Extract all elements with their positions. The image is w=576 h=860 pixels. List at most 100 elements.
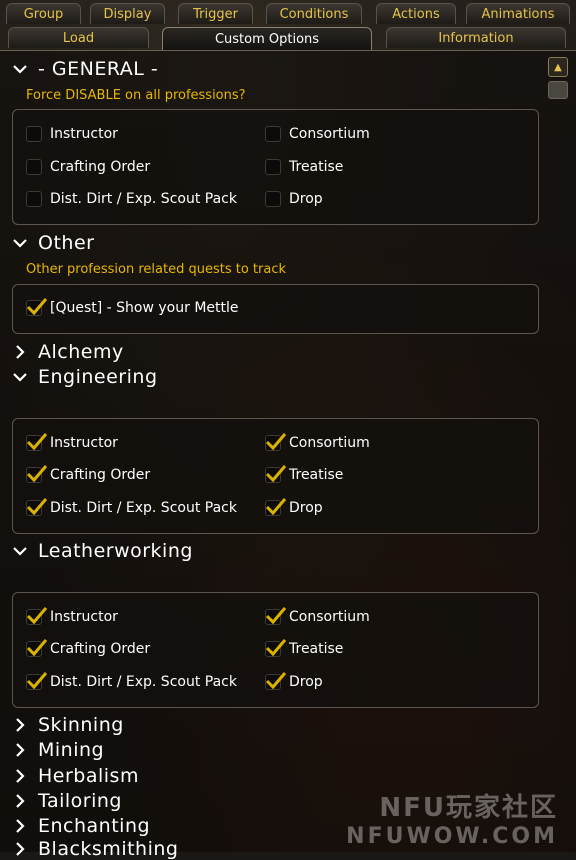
tab-actions[interactable]: Actions bbox=[376, 3, 456, 24]
chevron-down-icon bbox=[13, 373, 27, 382]
option-label: [Quest] - Show your Mettle bbox=[50, 300, 239, 316]
checkmark-icon bbox=[265, 433, 287, 451]
leatherworking-instructor-checkbox[interactable] bbox=[26, 607, 48, 625]
engineering-consortium-checkbox[interactable] bbox=[265, 433, 287, 451]
chevron-down-icon bbox=[13, 239, 27, 248]
section-enchanting-title: Enchanting bbox=[38, 815, 151, 837]
option-label: Drop bbox=[289, 500, 323, 516]
section-other-header[interactable]: Other bbox=[12, 232, 94, 254]
checkmark-icon bbox=[265, 672, 287, 690]
chevron-right-icon bbox=[16, 345, 25, 359]
section-alchemy-header[interactable]: Alchemy bbox=[12, 341, 124, 363]
section-tailoring-title: Tailoring bbox=[38, 790, 122, 812]
leatherworking-consortium-option[interactable]: Consortium bbox=[265, 607, 370, 625]
engineering-consortium-option[interactable]: Consortium bbox=[265, 433, 370, 451]
section-tailoring-header[interactable]: Tailoring bbox=[12, 790, 122, 812]
option-label: Dist. Dirt / Exp. Scout Pack bbox=[50, 191, 237, 207]
general-instructor-checkbox[interactable] bbox=[26, 126, 42, 142]
general-instructor-option[interactable]: Instructor bbox=[26, 126, 118, 142]
engineering-drop-option[interactable]: Drop bbox=[265, 498, 323, 516]
section-general-subtitle: Force DISABLE on all professions? bbox=[26, 88, 246, 103]
checkmark-icon bbox=[26, 298, 48, 316]
leatherworking-treatise-checkbox[interactable] bbox=[265, 639, 287, 657]
option-label: Treatise bbox=[289, 159, 344, 175]
general-dist-dirt-option[interactable]: Dist. Dirt / Exp. Scout Pack bbox=[26, 191, 237, 207]
section-alchemy-title: Alchemy bbox=[38, 341, 124, 363]
tab-custom-options[interactable]: Custom Options bbox=[162, 27, 372, 50]
section-blacksmithing-header[interactable]: Blacksmithing bbox=[12, 838, 178, 860]
checkmark-icon bbox=[26, 433, 48, 451]
option-label: Treatise bbox=[289, 467, 344, 483]
general-drop-option[interactable]: Drop bbox=[265, 191, 323, 207]
tab-display[interactable]: Display bbox=[90, 3, 165, 24]
general-consortium-checkbox[interactable] bbox=[265, 126, 281, 142]
general-crafting-order-checkbox[interactable] bbox=[26, 159, 42, 175]
option-label: Drop bbox=[289, 674, 323, 690]
checkmark-icon bbox=[26, 498, 48, 516]
section-engineering-title: Engineering bbox=[38, 366, 158, 388]
leatherworking-drop-option[interactable]: Drop bbox=[265, 672, 323, 690]
checkmark-icon bbox=[26, 465, 48, 483]
leatherworking-treatise-option[interactable]: Treatise bbox=[265, 639, 343, 657]
site-watermark: NFU玩家社区 NFUWOW.COM bbox=[346, 787, 558, 849]
section-skinning-header[interactable]: Skinning bbox=[12, 714, 124, 736]
section-leatherworking-header[interactable]: Leatherworking bbox=[12, 540, 193, 562]
tab-information[interactable]: Information bbox=[386, 27, 566, 48]
section-mining-header[interactable]: Mining bbox=[12, 739, 104, 761]
section-general-title: - GENERAL - bbox=[38, 58, 159, 80]
chevron-right-icon bbox=[16, 718, 25, 732]
engineering-dist-dirt-checkbox[interactable] bbox=[26, 498, 48, 516]
quest-show-your-mettle-option[interactable]: [Quest] - Show your Mettle bbox=[26, 298, 239, 316]
section-other-title: Other bbox=[38, 232, 95, 254]
engineering-crafting-order-checkbox[interactable] bbox=[26, 465, 48, 483]
section-mining-title: Mining bbox=[38, 739, 105, 761]
section-enchanting-header[interactable]: Enchanting bbox=[12, 815, 150, 837]
checkmark-icon bbox=[265, 607, 287, 625]
engineering-treatise-checkbox[interactable] bbox=[265, 465, 287, 483]
watermark-top: NFU玩家社区 bbox=[379, 793, 558, 823]
leatherworking-crafting-order-option[interactable]: Crafting Order bbox=[26, 639, 150, 657]
tab-load[interactable]: Load bbox=[8, 27, 149, 48]
general-treatise-checkbox[interactable] bbox=[265, 159, 281, 175]
leatherworking-crafting-order-checkbox[interactable] bbox=[26, 639, 48, 657]
engineering-crafting-order-option[interactable]: Crafting Order bbox=[26, 465, 150, 483]
tab-trigger[interactable]: Trigger bbox=[178, 3, 253, 24]
section-engineering-header[interactable]: Engineering bbox=[12, 366, 158, 388]
section-herbalism-header[interactable]: Herbalism bbox=[12, 765, 139, 787]
chevron-right-icon bbox=[16, 769, 25, 783]
section-blacksmithing-title: Blacksmithing bbox=[38, 838, 179, 860]
leatherworking-consortium-checkbox[interactable] bbox=[265, 607, 287, 625]
option-label: Dist. Dirt / Exp. Scout Pack bbox=[50, 500, 237, 516]
tab-conditions[interactable]: Conditions bbox=[266, 3, 362, 24]
engineering-instructor-checkbox[interactable] bbox=[26, 433, 48, 451]
engineering-instructor-option[interactable]: Instructor bbox=[26, 433, 118, 451]
leatherworking-instructor-option[interactable]: Instructor bbox=[26, 607, 118, 625]
option-label: Instructor bbox=[50, 609, 118, 625]
tab-row-1: Group Display Trigger Conditions Actions… bbox=[0, 3, 576, 26]
tab-animations[interactable]: Animations bbox=[466, 3, 570, 24]
engineering-drop-checkbox[interactable] bbox=[265, 498, 287, 516]
engineering-treatise-option[interactable]: Treatise bbox=[265, 465, 344, 483]
leatherworking-dist-dirt-checkbox[interactable] bbox=[26, 672, 48, 690]
option-label: Consortium bbox=[289, 126, 370, 142]
tab-group[interactable]: Group bbox=[6, 3, 81, 24]
general-crafting-order-option[interactable]: Crafting Order bbox=[26, 159, 150, 175]
leatherworking-drop-checkbox[interactable] bbox=[265, 672, 287, 690]
chevron-right-icon bbox=[16, 819, 25, 833]
quest-show-your-mettle-checkbox[interactable] bbox=[26, 298, 48, 316]
general-treatise-option[interactable]: Treatise bbox=[265, 159, 343, 175]
option-label: Consortium bbox=[289, 435, 370, 451]
option-label: Consortium bbox=[289, 609, 370, 625]
scroll-up-button[interactable]: ▲ bbox=[548, 57, 568, 77]
general-dist-dirt-checkbox[interactable] bbox=[26, 191, 42, 207]
general-drop-checkbox[interactable] bbox=[265, 191, 281, 207]
leatherworking-dist-dirt-option[interactable]: Dist. Dirt / Exp. Scout Pack bbox=[26, 672, 237, 690]
scrollbar-thumb[interactable] bbox=[548, 81, 568, 99]
option-label: Instructor bbox=[50, 126, 118, 142]
general-consortium-option[interactable]: Consortium bbox=[265, 126, 370, 142]
section-general-header[interactable]: - GENERAL - bbox=[12, 58, 158, 80]
checkmark-icon bbox=[265, 498, 287, 516]
section-leatherworking-title: Leatherworking bbox=[38, 540, 193, 562]
engineering-dist-dirt-option[interactable]: Dist. Dirt / Exp. Scout Pack bbox=[26, 498, 237, 516]
section-other-subtitle: Other profession related quests to track bbox=[26, 262, 287, 277]
